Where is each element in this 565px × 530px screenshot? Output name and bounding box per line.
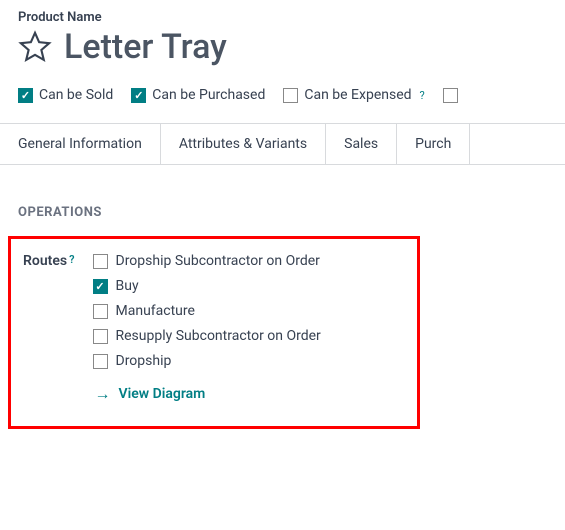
route-manufacture-checkbox[interactable] (93, 304, 108, 319)
product-header: Product Name Letter Tray (0, 0, 565, 67)
routes-row: Routes ? Dropship Subcontractor on Order… (23, 253, 405, 404)
can-be-purchased-label[interactable]: Can be Purchased (152, 87, 265, 103)
tabs: General Information Attributes & Variant… (0, 123, 565, 165)
route-dropship-sub-order-checkbox[interactable] (93, 254, 108, 269)
product-options-row: Can be Sold Can be Purchased Can be Expe… (0, 67, 565, 119)
route-buy-label[interactable]: Buy (116, 278, 139, 294)
tab-sales[interactable]: Sales (326, 124, 397, 164)
tab-general-information[interactable]: General Information (0, 124, 161, 164)
route-manufacture: Manufacture (93, 303, 321, 319)
tab-attributes-variants[interactable]: Attributes & Variants (161, 124, 326, 164)
route-buy-checkbox[interactable] (93, 279, 108, 294)
can-be-sold-label[interactable]: Can be Sold (39, 87, 113, 103)
view-diagram-row[interactable]: → View Diagram (93, 384, 321, 404)
help-icon[interactable]: ? (420, 89, 425, 102)
can-be-sold-checkbox[interactable] (18, 88, 33, 103)
operations-heading: OPERATIONS (0, 165, 565, 232)
route-dropship-sub-order: Dropship Subcontractor on Order (93, 253, 321, 269)
routes-options: Dropship Subcontractor on Order Buy Manu… (93, 253, 321, 404)
can-be-purchased-checkbox[interactable] (131, 88, 146, 103)
route-resupply-sub-order: Resupply Subcontractor on Order (93, 328, 321, 344)
route-resupply-sub-order-checkbox[interactable] (93, 329, 108, 344)
help-icon[interactable]: ? (69, 253, 74, 266)
extra-checkbox-group (443, 88, 458, 103)
routes-highlight-box: Routes ? Dropship Subcontractor on Order… (8, 236, 420, 429)
can-be-expensed-checkbox[interactable] (283, 88, 298, 103)
tab-purchase[interactable]: Purch (397, 124, 470, 164)
route-dropship-label[interactable]: Dropship (116, 353, 172, 369)
title-row: Letter Tray (18, 27, 547, 67)
can-be-sold-group: Can be Sold (18, 87, 113, 103)
route-resupply-sub-order-label[interactable]: Resupply Subcontractor on Order (116, 328, 321, 344)
routes-label: Routes ? (23, 253, 75, 269)
product-name-label: Product Name (18, 10, 547, 25)
can-be-purchased-group: Can be Purchased (131, 87, 265, 103)
arrow-right-icon: → (95, 384, 111, 404)
can-be-expensed-group: Can be Expensed ? (283, 87, 424, 103)
route-dropship-checkbox[interactable] (93, 354, 108, 369)
product-title[interactable]: Letter Tray (64, 27, 227, 67)
routes-label-text: Routes (23, 253, 67, 269)
extra-checkbox[interactable] (443, 88, 458, 103)
route-buy: Buy (93, 278, 321, 294)
can-be-expensed-label[interactable]: Can be Expensed (304, 87, 411, 103)
star-icon[interactable] (18, 30, 52, 64)
route-dropship: Dropship (93, 353, 321, 369)
route-dropship-sub-order-label[interactable]: Dropship Subcontractor on Order (116, 253, 320, 269)
route-manufacture-label[interactable]: Manufacture (116, 303, 195, 319)
view-diagram-link[interactable]: View Diagram (119, 386, 206, 402)
